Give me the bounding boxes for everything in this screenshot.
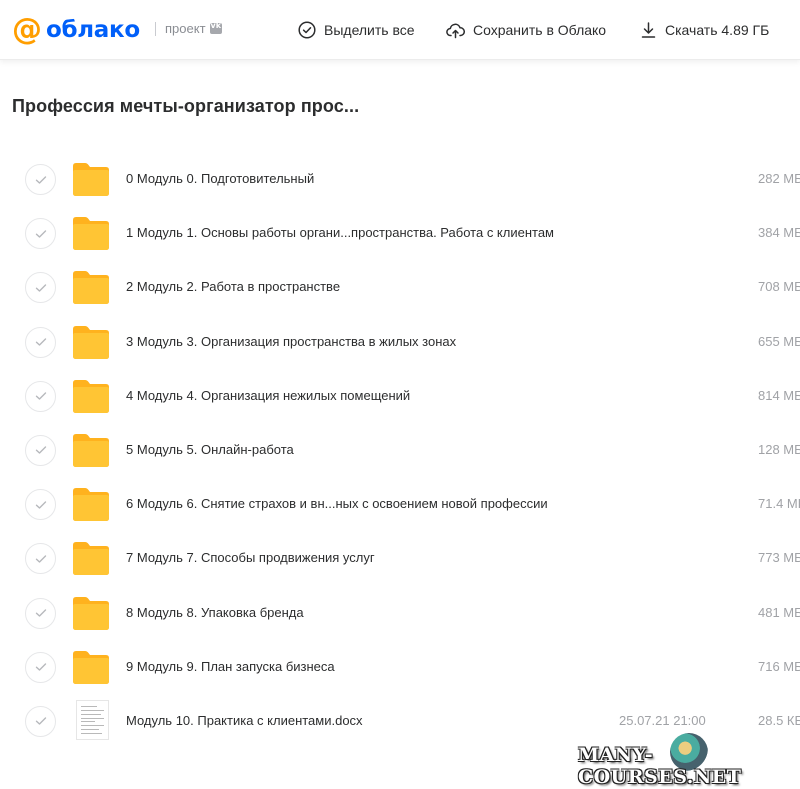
top-header: @ облако проект Выделить все Сохранить в…	[0, 0, 800, 60]
folder-icon	[73, 488, 109, 522]
file-name: 8 Модуль 8. Упаковка бренда	[126, 604, 304, 620]
download-icon	[641, 22, 656, 38]
checkmark-icon	[35, 500, 46, 509]
row-select-checkbox[interactable]	[25, 434, 56, 466]
checkmark-icon	[35, 284, 46, 292]
file-size: 708 МБ	[758, 279, 800, 295]
file-row[interactable]: 6 Модуль 6. Снятие страхов и вн...ных с …	[0, 477, 800, 531]
folder-icon	[73, 650, 109, 684]
file-row[interactable]: 2 Модуль 2. Работа в пространстве 708 МБ	[0, 260, 800, 314]
checkmark-icon	[35, 175, 46, 184]
file-row[interactable]: 3 Модуль 3. Организация пространства в ж…	[0, 315, 800, 369]
file-row[interactable]: 0 Модуль 0. Подготовительный 282 МБ	[0, 152, 800, 206]
folder-icon	[73, 163, 109, 196]
row-select-checkbox[interactable]	[25, 272, 56, 304]
file-size: 716 МБ	[758, 658, 800, 674]
folder-title: Профессия мечты-организатор прос...	[12, 96, 360, 116]
file-name: 7 Модуль 7. Способы продвижения услуг	[126, 550, 375, 566]
row-select-checkbox[interactable]	[25, 705, 56, 737]
file-name: 1 Модуль 1. Основы работы органи...прост…	[126, 225, 554, 241]
folder-icon	[73, 217, 109, 251]
file-size: 282 МБ	[758, 171, 800, 186]
row-select-checkbox[interactable]	[25, 489, 56, 521]
project-badge[interactable]: проект	[155, 21, 222, 36]
file-row[interactable]: 1 Модуль 1. Основы работы органи...прост…	[0, 206, 800, 260]
download-label: Скачать 4.89 ГБ	[665, 22, 770, 38]
file-name: 4 Модуль 4. Организация нежилых помещени…	[126, 387, 411, 403]
save-to-cloud-button[interactable]: Сохранить в Облако	[446, 20, 606, 40]
select-all-button[interactable]: Выделить все	[298, 20, 415, 40]
file-name: 3 Модуль 3. Организация пространства в ж…	[126, 333, 457, 349]
cloud-upload-icon	[446, 23, 465, 39]
file-row[interactable]: 8 Модуль 8. Упаковка бренда 481 МБ	[0, 586, 800, 640]
vk-icon	[209, 21, 222, 34]
document-thumbnail-icon	[76, 699, 109, 740]
select-all-label: Выделить все	[324, 22, 415, 38]
file-date: 25.07.21 21:00	[619, 712, 706, 728]
watermark: MANY-COURSES.NET	[578, 744, 742, 788]
check-circle-icon	[298, 21, 316, 39]
file-size: 28.5 КБ	[758, 712, 800, 728]
row-select-checkbox[interactable]	[25, 651, 56, 683]
file-name: 6 Модуль 6. Снятие страхов и вн...ных с …	[126, 496, 548, 512]
row-select-checkbox[interactable]	[25, 597, 56, 629]
checkmark-icon	[35, 392, 46, 400]
file-size: 773 МБ	[758, 550, 800, 566]
file-name: 2 Модуль 2. Работа в пространстве	[126, 279, 341, 295]
folder-icon	[73, 325, 109, 359]
checkmark-icon	[35, 663, 46, 671]
divider	[155, 21, 156, 36]
file-name: 9 Модуль 9. План запуска бизнеса	[126, 658, 335, 674]
checkmark-icon	[35, 229, 46, 238]
row-select-checkbox[interactable]	[25, 380, 56, 412]
file-size: 71.4 МБ	[758, 496, 800, 512]
file-name: 5 Модуль 5. Онлайн-работа	[126, 441, 294, 457]
folder-icon	[73, 542, 109, 576]
checkmark-icon	[35, 338, 46, 346]
folder-icon	[73, 379, 109, 413]
file-size: 481 МБ	[758, 604, 800, 620]
file-row[interactable]: 9 Модуль 9. План запуска бизнеса 716 МБ	[0, 640, 800, 694]
logo-at-icon: @	[12, 12, 42, 47]
row-select-checkbox[interactable]	[25, 543, 56, 575]
file-size: 384 МБ	[758, 225, 800, 241]
checkmark-icon	[35, 717, 46, 726]
file-row[interactable]: 4 Модуль 4. Организация нежилых помещени…	[0, 369, 800, 423]
download-button[interactable]: Скачать 4.89 ГБ	[640, 20, 769, 40]
row-select-checkbox[interactable]	[25, 326, 56, 358]
file-list: 0 Модуль 0. Подготовительный 282 МБ 1 Мо…	[0, 152, 800, 748]
file-size: 128 МБ	[758, 441, 800, 457]
oblako-logo[interactable]: @ облако	[12, 13, 140, 47]
checkmark-icon	[35, 609, 46, 617]
file-size: 655 МБ	[758, 333, 800, 349]
folder-icon	[73, 433, 109, 467]
row-select-checkbox[interactable]	[25, 218, 56, 250]
row-select-checkbox[interactable]	[25, 164, 56, 195]
project-label: проект	[165, 21, 206, 36]
checkmark-icon	[35, 446, 46, 455]
file-size: 814 МБ	[758, 387, 800, 403]
checkmark-icon	[35, 555, 46, 563]
folder-icon	[73, 596, 109, 630]
file-name: Модуль 10. Практика с клиентами.docx	[126, 712, 363, 728]
folder-icon	[73, 271, 109, 305]
save-to-cloud-label: Сохранить в Облако	[473, 22, 607, 38]
file-row[interactable]: 5 Модуль 5. Онлайн-работа 128 МБ	[0, 423, 800, 477]
file-row[interactable]: 7 Модуль 7. Способы продвижения услуг 77…	[0, 531, 800, 585]
file-name: 0 Модуль 0. Подготовительный	[126, 171, 315, 186]
logo-text: облако	[46, 17, 140, 43]
